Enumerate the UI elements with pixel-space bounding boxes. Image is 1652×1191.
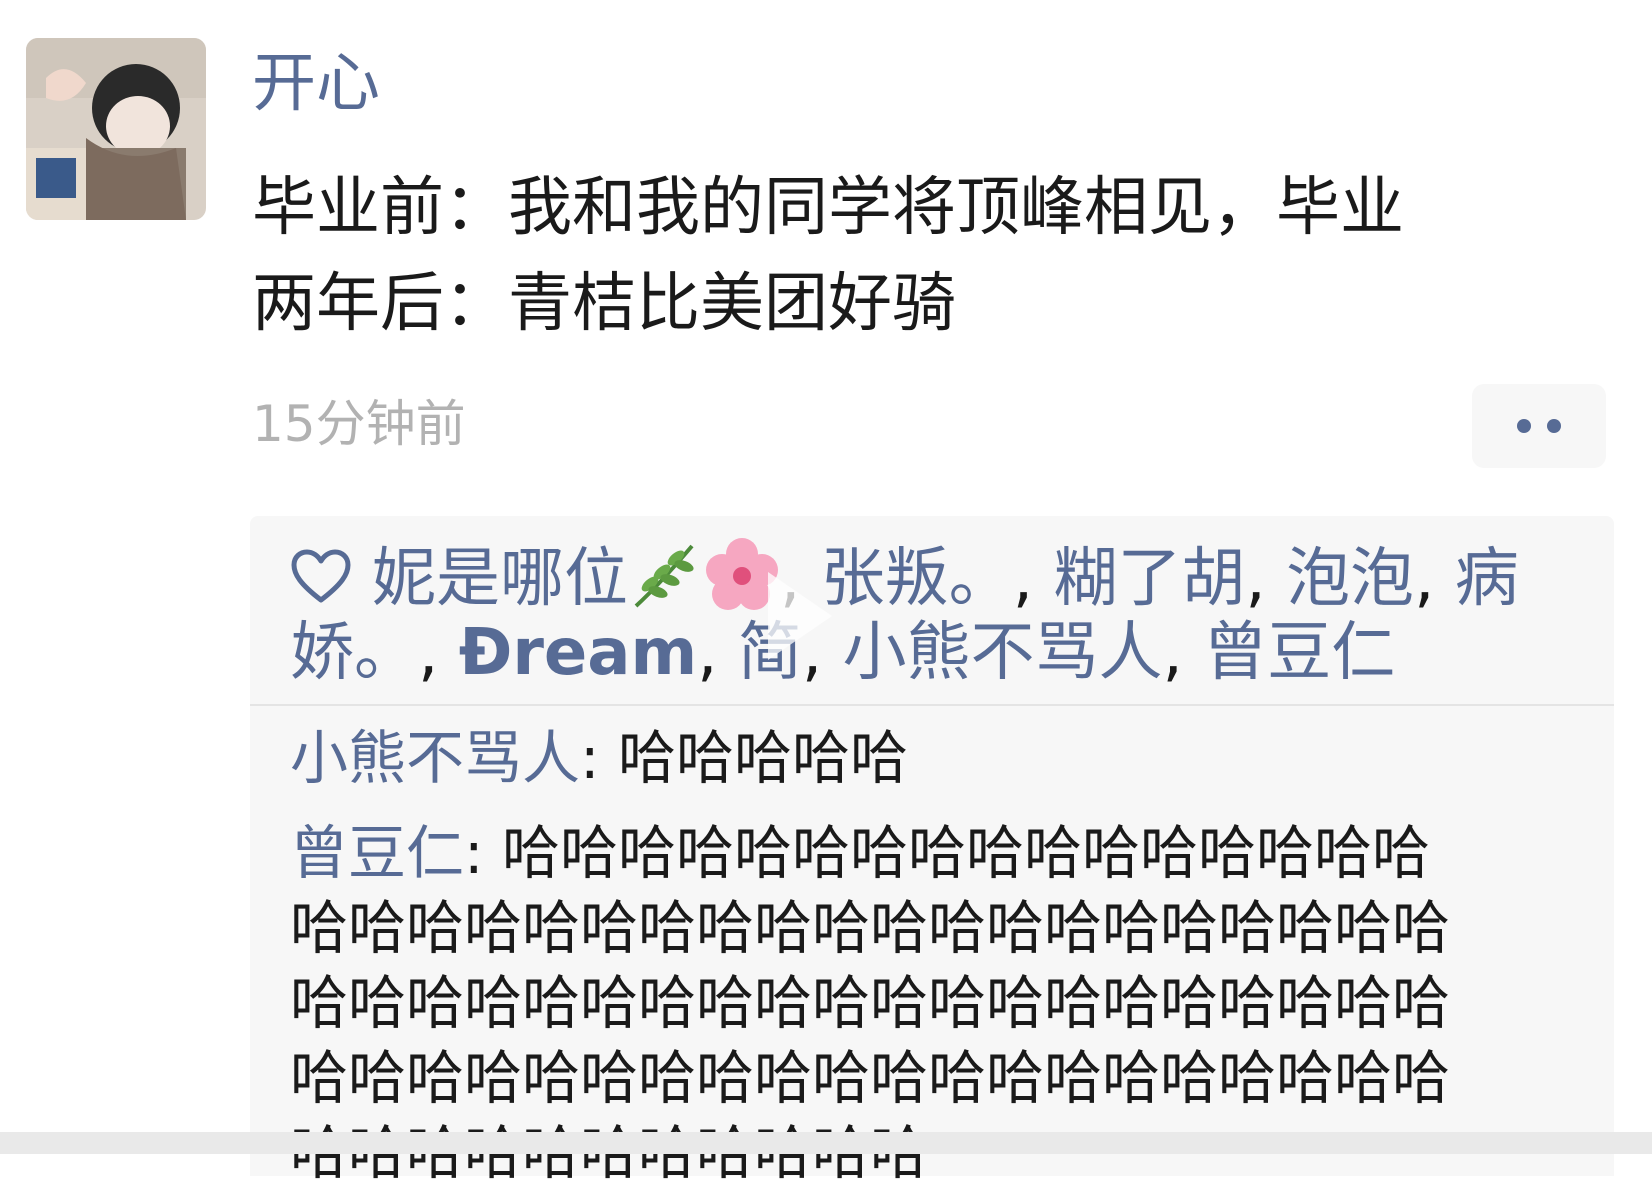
- comment-colon: :: [464, 819, 484, 887]
- comment-text-line: 哈哈哈哈哈哈哈哈哈哈哈哈哈哈哈哈哈哈哈哈: [290, 894, 1451, 962]
- comment-text: 哈哈哈哈哈: [618, 724, 909, 792]
- liker-name[interactable]: 曾豆仁: [1203, 616, 1395, 690]
- liker-name[interactable]: 张叛。: [821, 542, 1013, 616]
- post-text-line: 两年后：青桔比美团好骑: [252, 267, 956, 341]
- interaction-panel: 妮是哪位 , 张叛。, 糊了胡, 泡泡, 病 娇。, Đream, 简, 小熊不…: [250, 516, 1614, 1187]
- liker-name-part[interactable]: 娇。: [290, 616, 418, 690]
- separator: ,: [697, 616, 718, 690]
- liker-name[interactable]: Đream: [459, 616, 697, 690]
- more-dot-icon: [1547, 419, 1561, 433]
- herb-emoji: [634, 544, 694, 608]
- separator: ,: [1012, 542, 1034, 616]
- likes-line-2: 娇。, Đream, 简, 小熊不骂人, 曾豆仁: [290, 616, 1610, 690]
- post-text-line: 毕业前：我和我的同学将顶峰相见，毕业: [252, 171, 1404, 245]
- likes-line-1: 妮是哪位 , 张叛。, 糊了胡, 泡泡, 病: [290, 536, 1610, 616]
- liker-name[interactable]: 泡泡: [1286, 542, 1414, 616]
- separator: ,: [1245, 542, 1266, 616]
- divider: [250, 704, 1614, 706]
- more-options-button[interactable]: [1472, 384, 1606, 468]
- likes-list: 妮是哪位 , 张叛。, 糊了胡, 泡泡, 病 娇。, Đream, 简, 小熊不…: [290, 536, 1610, 690]
- separator: ,: [1162, 616, 1183, 690]
- heart-outline-icon: [291, 549, 351, 603]
- post-timestamp: 15分钟前: [252, 395, 466, 453]
- play-overlay-icon: [768, 572, 832, 660]
- liker-name-part[interactable]: 病: [1455, 542, 1519, 616]
- liker-name[interactable]: 妮是哪位: [372, 542, 628, 616]
- avatar[interactable]: [26, 38, 206, 220]
- comment-colon: :: [580, 724, 600, 792]
- comment-text-line: 哈哈哈哈哈哈哈哈哈哈哈哈哈哈哈哈哈哈哈哈: [290, 969, 1451, 1037]
- comment-author[interactable]: 曾豆仁: [290, 819, 464, 887]
- comment-text-line: 哈哈哈哈哈哈哈哈哈哈哈哈哈哈哈哈: [502, 819, 1431, 887]
- bottom-edge: [0, 1132, 1652, 1154]
- post-author-name[interactable]: 开心: [252, 46, 380, 122]
- comment-text-line: 哈哈哈哈哈哈哈哈哈哈哈哈哈哈哈哈哈哈哈哈: [290, 1044, 1451, 1112]
- liker-name[interactable]: 小熊不骂人: [843, 616, 1163, 690]
- separator: ,: [418, 616, 439, 690]
- comment-item[interactable]: 小熊不骂人: 哈哈哈哈哈: [290, 720, 908, 796]
- comment-author[interactable]: 小熊不骂人: [290, 724, 580, 792]
- separator: ,: [1414, 542, 1435, 616]
- post-text: 毕业前：我和我的同学将顶峰相见，毕业 两年后：青桔比美团好骑: [252, 160, 1582, 352]
- more-dot-icon: [1517, 419, 1531, 433]
- liker-name[interactable]: 糊了胡: [1053, 542, 1245, 616]
